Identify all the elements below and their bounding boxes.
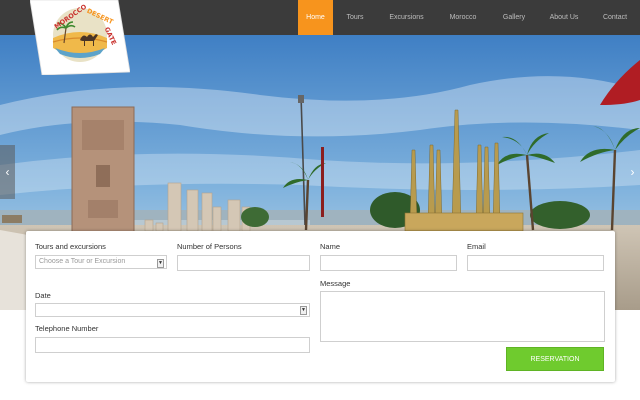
- nav-item-tours[interactable]: Tours: [333, 0, 377, 35]
- chevron-down-icon: ▼: [300, 306, 307, 315]
- phone-input[interactable]: [35, 337, 310, 353]
- phone-label: Telephone Number: [35, 324, 99, 333]
- name-label: Name: [320, 242, 341, 251]
- nav-item-about-us[interactable]: About Us: [538, 0, 590, 35]
- email-input[interactable]: [467, 255, 604, 271]
- nav-item-gallery[interactable]: Gallery: [490, 0, 538, 35]
- nav-item-excursions[interactable]: Excursions: [377, 0, 436, 35]
- nav-item-home[interactable]: Home: [298, 0, 333, 35]
- message-textarea[interactable]: [320, 291, 605, 342]
- nav-item-contact[interactable]: Contact: [590, 0, 640, 35]
- tours-select[interactable]: Choose a Tour or Excursion ▼: [35, 255, 167, 269]
- site-logo[interactable]: MOROCCO DESERT GATE: [29, 0, 131, 76]
- date-label: Date: [35, 291, 51, 300]
- reservation-button[interactable]: RESERVATION: [506, 347, 604, 371]
- logo-badge: MOROCCO DESERT GATE: [29, 0, 131, 76]
- date-select[interactable]: ▼: [35, 303, 310, 317]
- message-label: Message: [320, 279, 351, 288]
- slider-prev-arrow[interactable]: ‹: [0, 145, 15, 199]
- email-label: Email: [467, 242, 486, 251]
- persons-input[interactable]: [177, 255, 310, 271]
- page: Home Tours Excursions Morocco Gallery Ab…: [0, 0, 640, 400]
- main-menu: Home Tours Excursions Morocco Gallery Ab…: [298, 0, 640, 35]
- name-input[interactable]: [320, 255, 457, 271]
- chevron-down-icon: ▼: [157, 259, 164, 268]
- tours-label: Tours and excursions: [35, 242, 106, 251]
- slider-next-arrow[interactable]: ›: [625, 145, 640, 199]
- reservation-form: Tours and excursions Choose a Tour or Ex…: [26, 231, 615, 382]
- tours-select-value: Choose a Tour or Excursion: [39, 258, 126, 265]
- persons-label: Number of Persons: [177, 242, 242, 251]
- nav-item-morocco[interactable]: Morocco: [436, 0, 490, 35]
